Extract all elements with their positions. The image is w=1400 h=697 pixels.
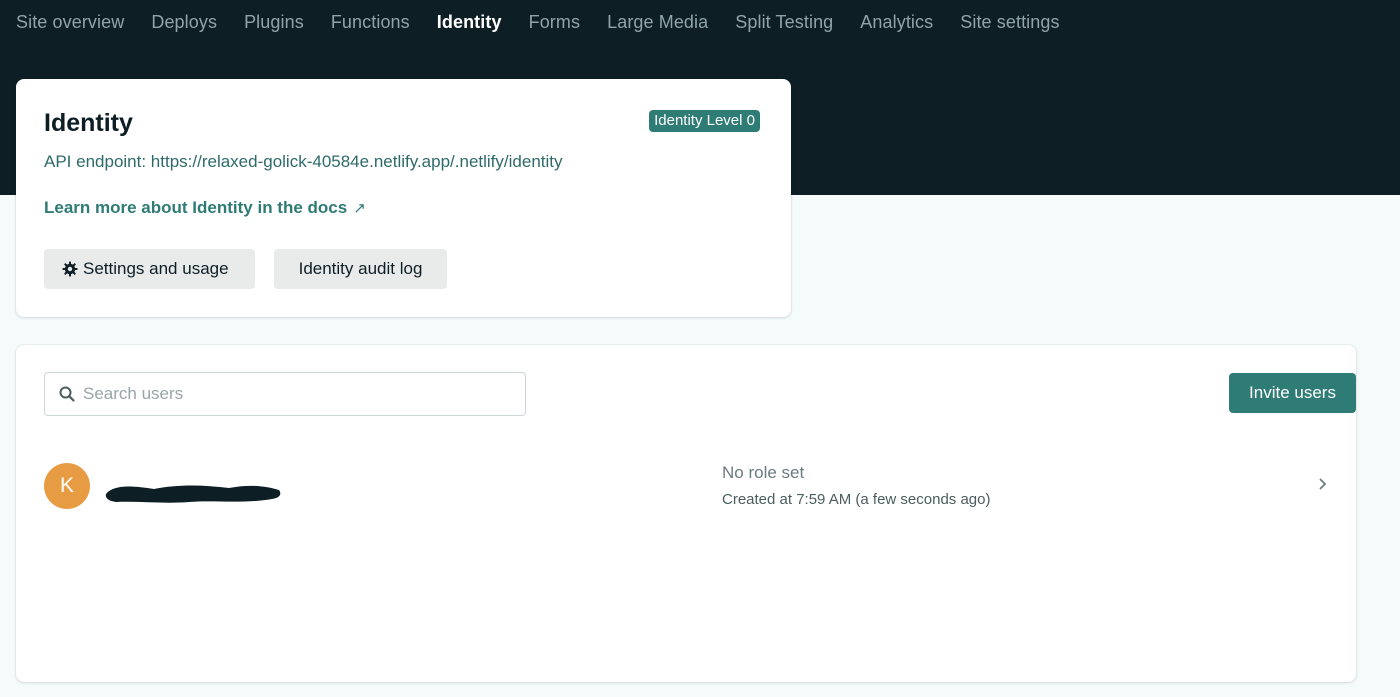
search-field[interactable] xyxy=(44,372,526,416)
nav-functions[interactable]: Functions xyxy=(331,12,410,33)
nav-plugins[interactable]: Plugins xyxy=(244,12,304,33)
external-link-icon: ↗ xyxy=(353,200,366,217)
settings-button-label: Settings and usage xyxy=(83,259,229,278)
nav-site-settings[interactable]: Site settings xyxy=(960,12,1059,33)
nav-deploys[interactable]: Deploys xyxy=(151,12,217,33)
invite-users-button[interactable]: Invite users xyxy=(1229,373,1356,413)
user-row[interactable]: K No role set Created at 7:59 AM (a few … xyxy=(44,453,1328,517)
nav-identity[interactable]: Identity xyxy=(437,12,502,33)
search-input[interactable] xyxy=(83,384,503,404)
users-card: Invite users K No role set Created at 7:… xyxy=(16,345,1356,682)
redacted-user-name xyxy=(104,480,284,511)
nav-large-media[interactable]: Large Media xyxy=(607,12,708,33)
search-icon xyxy=(59,386,75,402)
chevron-right-icon xyxy=(1318,477,1328,496)
identity-card: Identity Identity Level 0 API endpoint: … xyxy=(16,79,791,317)
nav-site-overview[interactable]: Site overview xyxy=(16,12,124,33)
user-role: No role set xyxy=(722,463,805,482)
page-title: Identity xyxy=(44,109,133,137)
identity-level-badge: Identity Level 0 xyxy=(649,110,760,132)
identity-audit-log-button[interactable]: Identity audit log xyxy=(274,249,447,289)
settings-and-usage-button[interactable]: Settings and usage xyxy=(44,249,255,289)
avatar: K xyxy=(44,463,90,509)
user-created: Created at 7:59 AM (a few seconds ago) xyxy=(722,491,991,508)
nav-forms[interactable]: Forms xyxy=(529,12,581,33)
docs-link-label: Learn more about Identity in the docs xyxy=(44,198,348,217)
site-nav: Site overview Deploys Plugins Functions … xyxy=(0,0,1400,44)
nav-analytics[interactable]: Analytics xyxy=(860,12,933,33)
gear-icon xyxy=(62,261,78,277)
docs-link[interactable]: Learn more about Identity in the docs ↗ xyxy=(44,198,366,218)
nav-split-testing[interactable]: Split Testing xyxy=(735,12,833,33)
api-endpoint: API endpoint: https://relaxed-golick-405… xyxy=(44,152,563,171)
